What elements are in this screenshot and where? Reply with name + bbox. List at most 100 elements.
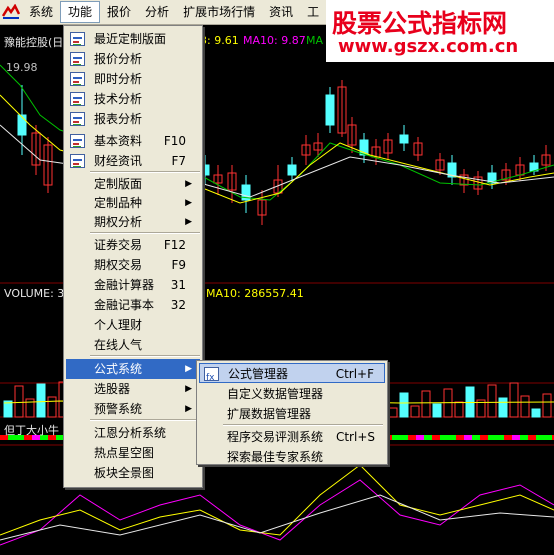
menu-item-label: 定制品种 <box>94 196 143 210</box>
watermark: 股票公式指标网 www.gszx.com.cn <box>326 0 554 62</box>
menu-item-label: 期权交易 <box>94 258 143 272</box>
menu-item-16[interactable]: 在线人气 <box>66 335 200 355</box>
menu-news[interactable]: 资讯 <box>262 1 300 23</box>
indicator-strip-cell <box>392 435 400 440</box>
menu-item-label: 即时分析 <box>94 72 143 86</box>
menu-item-4[interactable]: 技术分析 <box>66 89 200 109</box>
candlestick-icon <box>70 92 85 106</box>
indicator-strip-cell <box>400 435 408 440</box>
submenu-item-3[interactable]: 扩展数据管理器 <box>199 404 385 424</box>
indicator-strip-cell <box>456 435 464 440</box>
menu-item-19[interactable]: 预警系统 ▶ <box>66 399 200 419</box>
volume-bar <box>388 407 398 418</box>
candle-body <box>287 164 297 176</box>
report-icon <box>70 112 85 126</box>
submenu-item-shortcut: Ctrl+F <box>335 367 374 381</box>
volume-bar <box>465 386 475 418</box>
submenu-item-1[interactable]: fx 公式管理器 Ctrl+F <box>199 363 385 383</box>
menu-item-label: 最近定制版面 <box>94 32 167 46</box>
volume-bar <box>509 382 519 418</box>
menu-tools[interactable]: 工 <box>300 1 326 23</box>
watermark-title: 股票公式指标网 <box>332 9 508 38</box>
menu-function[interactable]: 功能 <box>60 1 101 23</box>
menu-item-15[interactable]: 个人理财 <box>66 315 200 335</box>
menu-item-shortcut: 32 <box>170 298 186 312</box>
submenu-item-shortcut: Ctrl+S <box>335 430 375 444</box>
volume-ma10: MA10: 286557.41 <box>206 287 304 300</box>
menu-item-label: 基本资料 <box>94 134 143 148</box>
indicator-strip-cell <box>432 435 440 440</box>
menu-item-9[interactable]: 定制品种 ▶ <box>66 193 200 213</box>
submenu-item-2[interactable]: 自定义数据管理器 <box>199 384 385 404</box>
menu-item-11[interactable]: 证券交易 F12 <box>66 235 200 255</box>
menu-item-8[interactable]: 定制版面 ▶ <box>66 174 200 194</box>
menu-system[interactable]: 系统 <box>22 1 60 23</box>
menu-item-label: 报价分析 <box>94 52 143 66</box>
formula-system-submenu: fx 公式管理器 Ctrl+F 自定义数据管理器 扩展数据管理器程序交易评测系统 Ctrl… <box>196 360 388 465</box>
menu-item-label: 财经资讯 <box>94 154 143 168</box>
menu-item-label: 证券交易 <box>94 238 143 252</box>
submenu-item-label: 扩展数据管理器 <box>227 407 312 421</box>
menu-item-label: 金融记事本 <box>94 298 155 312</box>
volume-bar <box>498 397 508 418</box>
submenu-item-label: 公式管理器 <box>228 367 289 381</box>
candle-body <box>399 134 409 144</box>
submenu-item-4[interactable]: 程序交易评测系统 Ctrl+S <box>199 427 385 447</box>
menu-item-2[interactable]: 报价分析 <box>66 49 200 69</box>
volume-label: VOLUME: 3 <box>4 287 65 300</box>
svg-text:fx: fx <box>206 373 215 382</box>
menu-separator <box>90 419 200 421</box>
menu-item-21[interactable]: 热点星空图 <box>66 443 200 463</box>
indicator-strip-cell <box>536 435 544 440</box>
volume-bar <box>14 385 24 418</box>
menu-item-12[interactable]: 期权交易 F9 <box>66 255 200 275</box>
volume-bar <box>36 383 46 418</box>
indicator-strip-cell <box>520 435 528 440</box>
submenu-arrow-icon: ▶ <box>185 217 192 227</box>
volume-bar <box>410 405 420 418</box>
volume-bar <box>432 403 442 418</box>
candle-body <box>325 94 335 126</box>
menu-item-3[interactable]: 即时分析 <box>66 69 200 89</box>
indicator-strip-cell <box>544 435 552 440</box>
submenu-item-5[interactable]: 探索最佳专家系统 <box>199 447 385 467</box>
indicator-strip-cell <box>528 435 536 440</box>
candle-body <box>17 114 27 136</box>
menu-item-label: 板块全景图 <box>94 466 155 480</box>
menu-analysis[interactable]: 分析 <box>138 1 176 23</box>
menu-item-label: 预警系统 <box>94 402 143 416</box>
submenu-arrow-icon: ▶ <box>185 404 192 414</box>
menu-item-13[interactable]: 金融计算器 31 <box>66 275 200 295</box>
price-label: 19.98 <box>6 61 38 74</box>
menu-item-shortcut: F7 <box>171 154 186 168</box>
volume-bar <box>421 390 431 418</box>
menu-item-20[interactable]: 江恩分析系统 <box>66 423 200 443</box>
menu-item-shortcut: F10 <box>163 134 186 148</box>
menu-item-1[interactable]: 最近定制版面 <box>66 29 200 49</box>
menu-item-17[interactable]: 公式系统 ▶ <box>66 359 200 379</box>
indicator-strip-cell <box>488 435 496 440</box>
menu-item-7[interactable]: 财经资讯 F7 <box>66 151 200 171</box>
menu-item-22[interactable]: 板块全景图 <box>66 463 200 483</box>
menu-item-label: 金融计算器 <box>94 278 155 292</box>
indicator-strip-cell <box>424 435 432 440</box>
indicator-strip-cell <box>472 435 480 440</box>
menu-item-label: 个人理财 <box>94 318 143 332</box>
menu-separator <box>90 232 200 234</box>
volume-bar <box>454 401 464 418</box>
menu-quote[interactable]: 报价 <box>100 1 138 23</box>
menu-item-label: 公式系统 <box>94 362 143 376</box>
menu-item-6[interactable]: 基本资料 F10 <box>66 131 200 151</box>
volume-bar <box>399 392 409 418</box>
menu-item-5[interactable]: 报表分析 <box>66 109 200 129</box>
menu-extended-market[interactable]: 扩展市场行情 <box>176 1 262 23</box>
indicator-strip-cell <box>448 435 456 440</box>
menu-separator <box>90 171 200 173</box>
menu-item-10[interactable]: 期权分析 ▶ <box>66 212 200 232</box>
watermark-url: www.gszx.com.cn <box>338 36 519 57</box>
menu-item-14[interactable]: 金融记事本 32 <box>66 295 200 315</box>
menu-item-18[interactable]: 选股器 ▶ <box>66 379 200 399</box>
menu-item-label: 技术分析 <box>94 92 143 106</box>
indicator-strip-cell <box>504 435 512 440</box>
submenu-item-label: 自定义数据管理器 <box>227 387 324 401</box>
